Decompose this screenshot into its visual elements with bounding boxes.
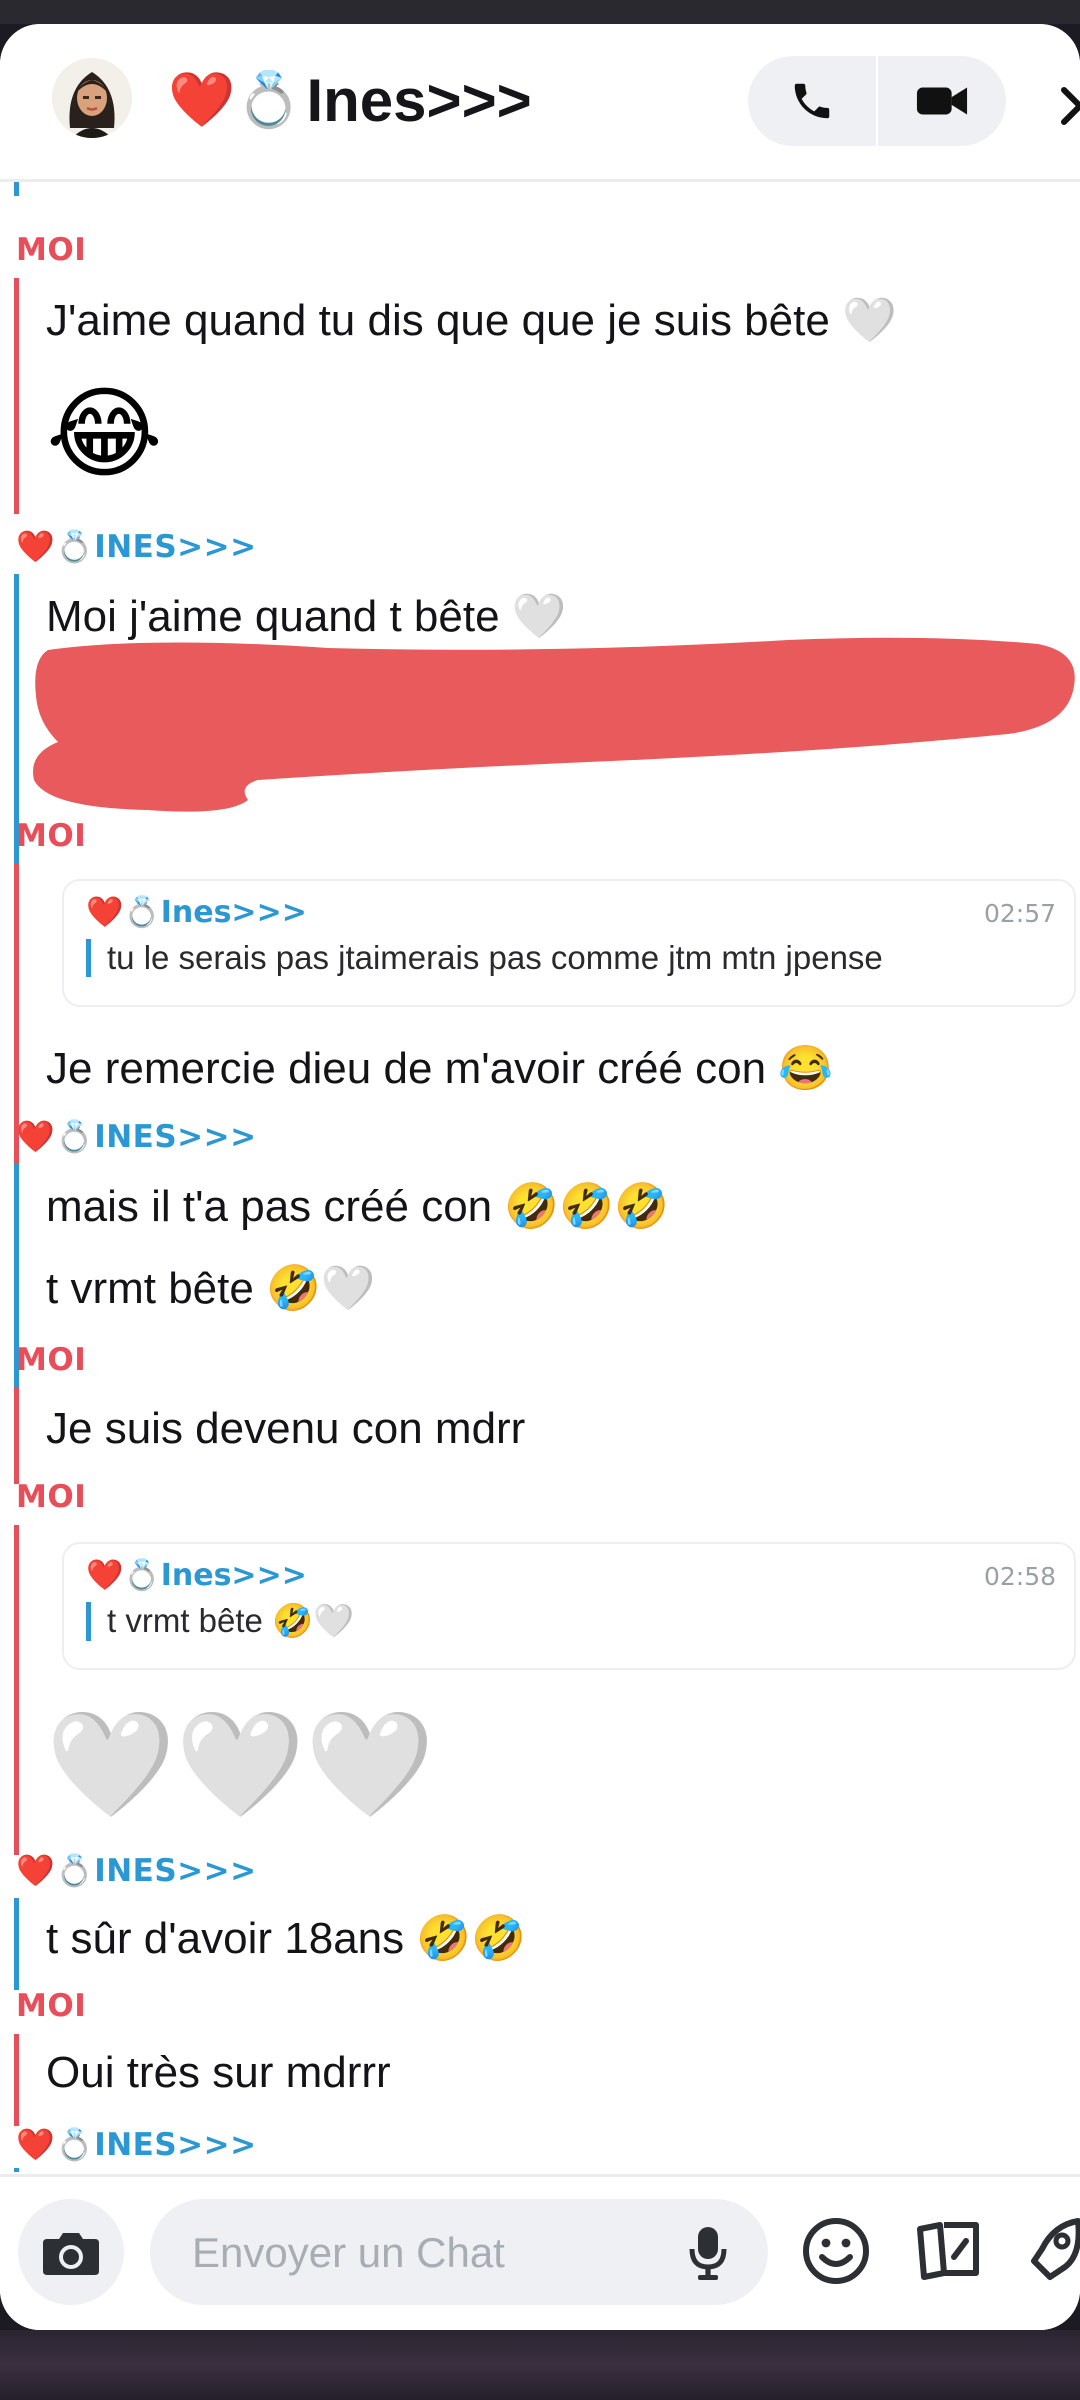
camera-icon <box>43 2233 99 2275</box>
title-emoji: ❤️💍 <box>168 70 303 130</box>
message-emoji[interactable]: 🤍🤍🤍 <box>46 1712 434 1816</box>
message-text[interactable]: Je suis devenu con mdrr <box>46 1404 525 1454</box>
phone-icon <box>794 83 829 119</box>
video-call-button[interactable] <box>878 56 1006 146</box>
thread-bar <box>14 1525 19 1855</box>
quoted-message[interactable]: ❤️💍Ines>>> 02:58 t vrmt bête 🤣🤍 <box>62 1542 1076 1670</box>
thread-bar <box>14 2168 19 2172</box>
quote-text: t vrmt bête 🤣🤍 <box>86 1602 354 1641</box>
rocket-icon[interactable] <box>1030 2217 1080 2285</box>
chevron-right-icon[interactable] <box>1052 86 1080 126</box>
quote-sender: ❤️💍Ines>>> <box>86 1558 307 1593</box>
message-text[interactable]: t vrmt bête 🤣🤍 <box>46 1262 376 1314</box>
contact-name: Ines>>> <box>306 67 532 134</box>
quote-time: 02:58 <box>983 1562 1056 1591</box>
sender-label-me: MOI <box>16 232 87 268</box>
sender-label-other: ❤️💍INES>>> <box>16 529 257 565</box>
thread-bar <box>14 182 19 196</box>
thread-bar <box>14 1388 19 1484</box>
sender-label-me: MOI <box>16 1479 87 1515</box>
chat-input-field[interactable]: Envoyer un Chat <box>150 2199 768 2305</box>
sender-label-other: ❤️💍INES>>> <box>16 1119 257 1155</box>
quote-time: 02:57 <box>983 899 1056 928</box>
message-emoji[interactable]: 😂 <box>46 384 163 484</box>
cards-icon[interactable] <box>912 2217 984 2285</box>
message-text[interactable]: t sûr d'avoir 18ans 🤣🤣 <box>46 1912 526 1964</box>
redaction-scribble <box>33 637 1075 812</box>
sender-label-other: ❤️💍INES>>> <box>16 1853 257 1889</box>
quote-text: tu le serais pas jtaimerais pas comme jt… <box>86 939 883 977</box>
smiley-icon[interactable] <box>802 2217 870 2285</box>
chat-title[interactable]: ❤️💍 Ines>>> <box>168 66 532 135</box>
sender-label-me: MOI <box>16 1342 87 1378</box>
message-list[interactable]: MOI J'aime quand tu dis que que je suis … <box>0 182 1080 2172</box>
message-text[interactable]: Oui très sur mdrrr <box>46 2048 391 2098</box>
chat-input-bar: Envoyer un Chat <box>0 2174 1080 2330</box>
chat-window: ❤️💍 Ines>>> MOI J'aime quand tu dis que … <box>0 24 1080 2330</box>
sender-label-me: MOI <box>16 1988 87 2024</box>
voice-call-button[interactable] <box>748 56 876 146</box>
microphone-icon[interactable] <box>688 2225 728 2281</box>
camera-button[interactable] <box>18 2199 124 2305</box>
sender-label-me: MOI <box>16 818 87 854</box>
sender-label-other: ❤️💍INES>>> <box>16 2127 257 2163</box>
thread-bar <box>14 2034 19 2126</box>
chat-header: ❤️💍 Ines>>> <box>0 24 1080 182</box>
call-buttons <box>748 56 1006 146</box>
status-bar <box>0 0 1080 24</box>
message-text[interactable]: mais il t'a pas créé con 🤣🤣🤣 <box>46 1180 669 1232</box>
chat-input-placeholder: Envoyer un Chat <box>192 2229 505 2276</box>
video-camera-icon <box>917 87 968 115</box>
message-text[interactable]: Je remercie dieu de m'avoir créé con 😂 <box>46 1042 833 1094</box>
thread-bar <box>14 1898 19 1990</box>
quoted-message[interactable]: ❤️💍Ines>>> 02:57 tu le serais pas jtaime… <box>62 879 1076 1007</box>
message-text[interactable]: J'aime quand tu dis que que je suis bête… <box>46 294 897 346</box>
thread-bar <box>14 278 19 514</box>
quote-sender: ❤️💍Ines>>> <box>86 895 307 930</box>
avatar[interactable] <box>52 58 132 138</box>
background-shade <box>0 2330 1080 2400</box>
